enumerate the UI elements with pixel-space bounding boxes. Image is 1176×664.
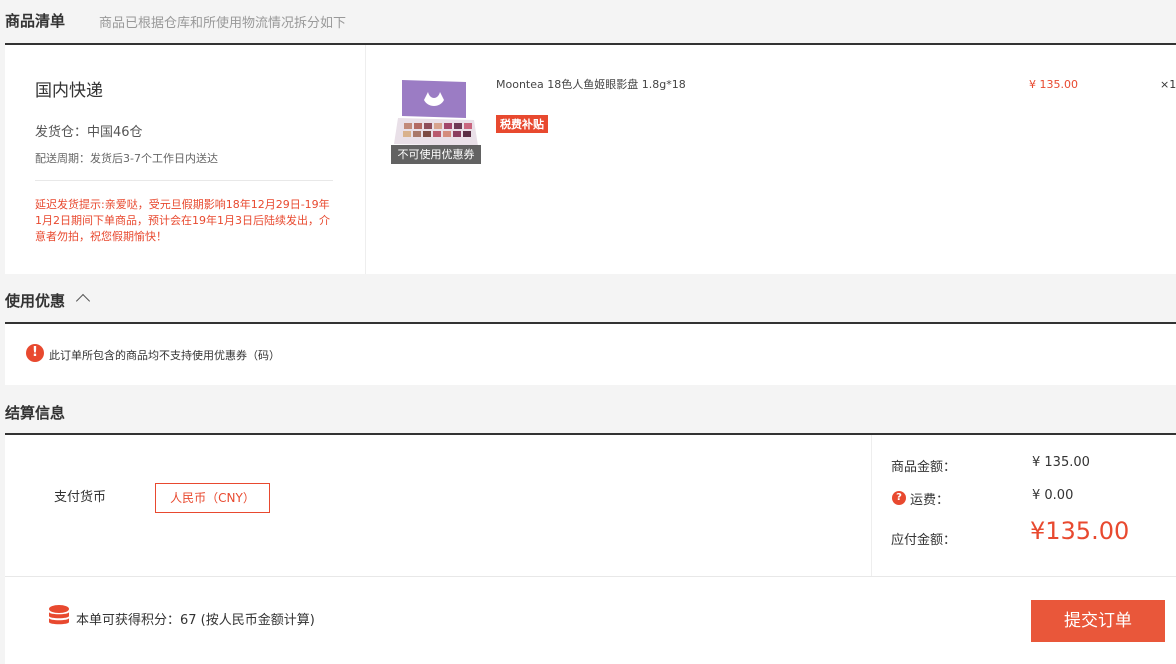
settlement-divider-h	[5, 576, 1176, 577]
order-section-title: 商品清单	[5, 12, 66, 30]
payable-amount-value: ¥135.00	[1030, 517, 1130, 545]
product-name[interactable]: Moontea 18色人鱼姬眼影盘 1.8g*18	[496, 76, 686, 92]
currency-option-cny[interactable]: 人民币（CNY）	[155, 483, 270, 513]
tax-subsidy-tag-wrap: 税费补贴	[496, 113, 548, 133]
shipping-method: 国内快递	[35, 81, 103, 101]
points-earned-text: 本单可获得积分：67 (按人民币金额计算)	[76, 613, 315, 628]
payable-amount-label: 应付金额：	[891, 533, 957, 548]
goods-amount-value: ¥ 135.00	[1032, 455, 1090, 470]
settlement-section-title: 结算信息	[5, 404, 66, 422]
eyeshadow-palette-image	[394, 80, 478, 146]
question-icon[interactable]: ?	[892, 491, 906, 505]
exclamation-icon: !	[26, 344, 44, 362]
submit-order-button[interactable]: 提交订单	[1031, 600, 1165, 642]
coupon-section-title[interactable]: 使用优惠	[5, 290, 65, 311]
delay-notice: 延迟发货提示:亲爱哒，受元旦假期影响18年12月29日-19年1月2日期间下单商…	[35, 198, 330, 243]
shipping-divider	[35, 180, 333, 181]
shipping-warehouse: 发货仓：中国46仓	[35, 125, 143, 140]
shipping-fee-value: ¥ 0.00	[1032, 488, 1074, 503]
tax-subsidy-tag: 税费补贴	[496, 115, 548, 133]
coupon-unsupported-notice: 此订单所包含的商品均不支持使用优惠券（码）	[49, 349, 280, 362]
settlement-panel	[5, 435, 1176, 664]
order-panel-divider	[365, 45, 366, 274]
product-thumbnail[interactable]	[394, 78, 479, 148]
coins-icon	[48, 604, 70, 630]
order-split-hint: 商品已根据仓库和所使用物流情况拆分如下	[99, 16, 347, 31]
shipping-period: 配送周期：发货后3-7个工作日内送达	[35, 152, 218, 165]
product-quantity: ×1	[1160, 78, 1176, 91]
shipping-fee-label: 运费：	[910, 493, 950, 508]
no-coupon-badge: 不可使用优惠券	[391, 145, 481, 164]
chevron-up-icon[interactable]	[75, 293, 91, 309]
settlement-divider-v	[871, 435, 872, 576]
goods-amount-label: 商品金额：	[891, 460, 957, 475]
pay-currency-label: 支付货币	[54, 490, 107, 505]
product-price: ¥ 135.00	[1029, 78, 1078, 91]
